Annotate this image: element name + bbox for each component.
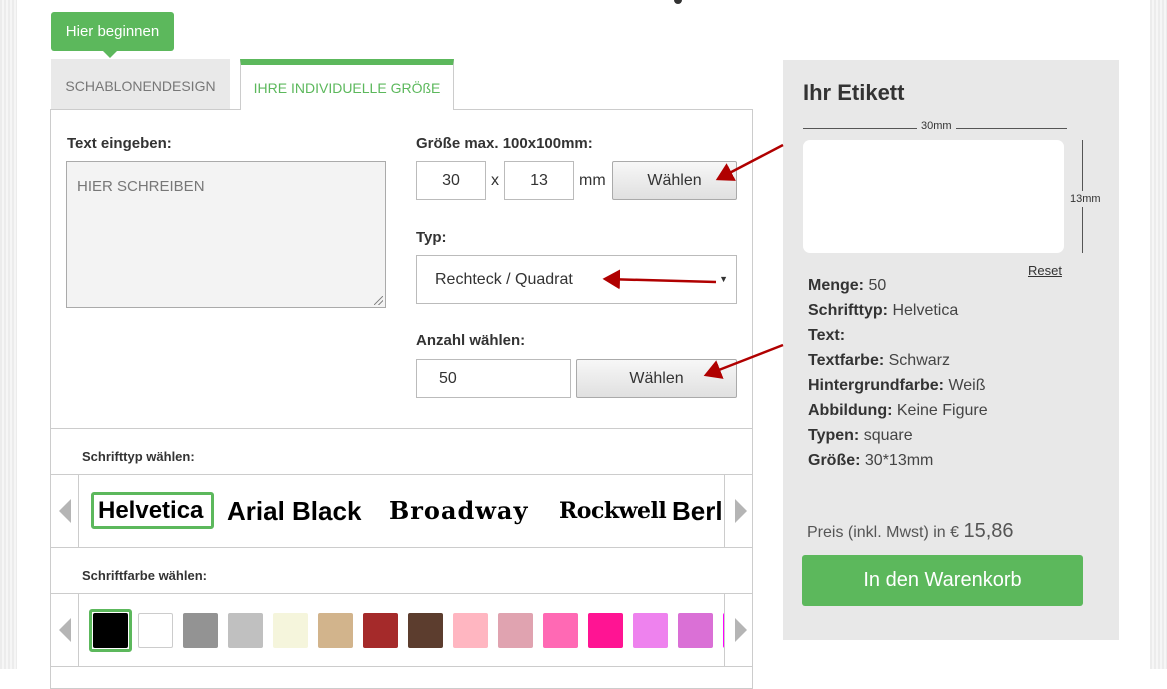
color-swatch[interactable]	[678, 613, 713, 648]
page-left-border	[0, 0, 17, 669]
font-carousel: Helvetica Arial Black Broadway Rockwell …	[80, 475, 724, 547]
quantity-choose-button[interactable]: Wählen	[576, 359, 737, 398]
summary-value: square	[863, 427, 913, 444]
price-label: Preis (inkl. Mwst) in €	[807, 524, 960, 541]
type-label: Typ:	[416, 229, 447, 246]
summary-row: Typen: square	[808, 426, 988, 451]
summary-key: Typen:	[808, 427, 860, 444]
chevron-down-icon: ▼	[719, 274, 728, 284]
color-swatch[interactable]	[183, 613, 218, 648]
summary-key: Text:	[808, 327, 846, 344]
font-option-berl[interactable]: Berl	[672, 475, 723, 547]
chevron-left-icon	[59, 618, 71, 642]
divider	[51, 666, 752, 667]
color-section-label: Schriftfarbe wählen:	[82, 568, 207, 583]
color-swatch[interactable]	[543, 613, 578, 648]
times-sign: x	[491, 172, 499, 189]
fonts-next-button[interactable]	[724, 475, 752, 547]
summary-key: Textfarbe:	[808, 352, 885, 369]
type-select-value: Rechteck / Quadrat	[435, 271, 573, 288]
summary-row: Menge: 50	[808, 276, 988, 301]
summary-value: Weiß	[948, 377, 986, 394]
colors-prev-button[interactable]	[51, 594, 79, 666]
font-option-helvetica[interactable]: Helvetica	[98, 475, 203, 547]
price-line: Preis (inkl. Mwst) in € 15,86	[807, 520, 1014, 543]
top-decoration	[674, 0, 682, 4]
chevron-left-icon	[59, 499, 71, 523]
color-swatch[interactable]	[273, 613, 308, 648]
width-dimension-label: 30mm	[917, 120, 956, 132]
color-swatch[interactable]	[408, 613, 443, 648]
summary-row: Hintergrundfarbe: Weiß	[808, 376, 988, 401]
tab-custom-size[interactable]: IHRE INDIVIDUELLE GRÖßE	[240, 59, 454, 110]
summary-row: Abbildung: Keine Figure	[808, 401, 988, 426]
type-select[interactable]: Rechteck / Quadrat ▼	[416, 255, 737, 304]
price-value: 15,86	[963, 520, 1014, 542]
text-input-placeholder: HIER SCHREIBEN	[77, 178, 205, 195]
chevron-right-icon	[735, 618, 747, 642]
chevron-right-icon	[735, 499, 747, 523]
colors-next-button[interactable]	[724, 594, 752, 666]
fonts-prev-button[interactable]	[51, 475, 79, 547]
width-input[interactable]: 30	[416, 161, 486, 200]
text-input-label: Text eingeben:	[67, 135, 172, 152]
summary-row: Größe: 30*13mm	[808, 451, 988, 476]
page-right-border	[1150, 0, 1167, 669]
unit-label: mm	[579, 172, 606, 189]
color-swatch[interactable]	[633, 613, 668, 648]
color-swatch[interactable]	[453, 613, 488, 648]
font-option-broadway[interactable]: Broadway	[389, 475, 528, 547]
summary-key: Schrifttyp:	[808, 302, 888, 319]
font-option-arial-black[interactable]: Arial Black	[227, 475, 361, 547]
summary-value: Helvetica	[892, 302, 959, 319]
color-swatch[interactable]	[318, 613, 353, 648]
font-option-rockwell[interactable]: Rockwell	[559, 475, 667, 547]
color-swatch[interactable]	[138, 613, 173, 648]
summary-row: Text:	[808, 326, 988, 351]
label-preview	[803, 140, 1064, 253]
tab-template-design[interactable]: SCHABLONENDESIGN	[51, 59, 230, 110]
color-swatch[interactable]	[588, 613, 623, 648]
color-swatch[interactable]	[228, 613, 263, 648]
height-input[interactable]: 13	[504, 161, 574, 200]
divider	[51, 547, 752, 548]
summary-key: Abbildung:	[808, 402, 893, 419]
summary-row: Textfarbe: Schwarz	[808, 351, 988, 376]
summary-key: Menge:	[808, 277, 864, 294]
color-swatch[interactable]	[93, 613, 128, 648]
resize-grip-icon[interactable]	[374, 296, 383, 305]
reset-link[interactable]: Reset	[1028, 263, 1062, 278]
font-section-label: Schrifttyp wählen:	[82, 449, 195, 464]
summary-row: Schrifttyp: Helvetica	[808, 301, 988, 326]
summary-value: Keine Figure	[896, 402, 988, 419]
label-text-input[interactable]: HIER SCHREIBEN	[66, 161, 386, 308]
divider	[51, 428, 752, 429]
height-dimension-label: 13mm	[1070, 191, 1101, 207]
summary-value: Schwarz	[888, 352, 950, 369]
summary-details: Menge: 50 Schrifttyp: Helvetica Text: Te…	[808, 276, 988, 476]
summary-key: Hintergrundfarbe:	[808, 377, 944, 394]
summary-value: 50	[868, 277, 887, 294]
color-swatch[interactable]	[363, 613, 398, 648]
add-to-cart-button[interactable]: In den Warenkorb	[802, 555, 1083, 606]
color-carousel	[80, 594, 724, 666]
start-button[interactable]: Hier beginnen	[51, 12, 174, 58]
summary-value: 30*13mm	[864, 452, 934, 469]
summary-key: Größe:	[808, 452, 861, 469]
quantity-label: Anzahl wählen:	[416, 332, 526, 349]
size-label: Größe max. 100x100mm:	[416, 135, 593, 152]
size-choose-button[interactable]: Wählen	[612, 161, 737, 200]
summary-title: Ihr Etikett	[803, 80, 905, 105]
quantity-input[interactable]: 50	[416, 359, 571, 398]
color-swatch[interactable]	[498, 613, 533, 648]
